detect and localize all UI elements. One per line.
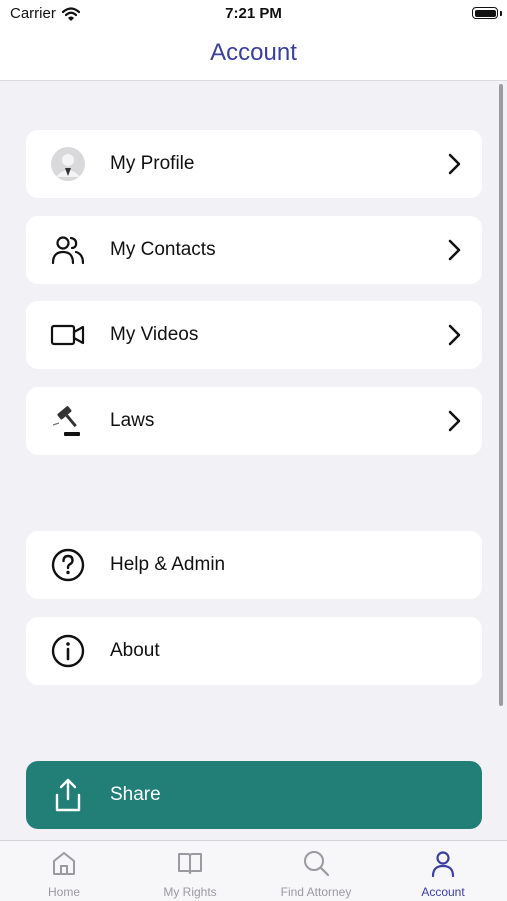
tab-label: Account (421, 885, 465, 899)
menu-item-laws[interactable]: Laws (26, 387, 482, 455)
share-button[interactable]: Share (26, 761, 482, 829)
menu-item-help-admin[interactable]: Help & Admin (26, 531, 482, 599)
contacts-icon (50, 232, 86, 268)
tab-bar: Home My Rights Find Attorney Account (0, 840, 507, 901)
menu-item-my-videos[interactable]: My Videos (26, 301, 482, 369)
page-title: Account (210, 39, 297, 66)
battery-icon (472, 7, 498, 19)
info-circle-icon (50, 633, 86, 669)
status-bar: Carrier 7:21 PM (0, 0, 507, 30)
chevron-right-icon (448, 153, 461, 175)
share-icon (55, 778, 81, 812)
tab-home[interactable]: Home (1, 841, 127, 901)
chevron-right-icon (448, 239, 461, 261)
status-time: 7:21 PM (225, 5, 282, 22)
home-icon (53, 852, 75, 875)
menu-item-my-profile[interactable]: My Profile (26, 130, 482, 198)
person-icon (431, 851, 455, 877)
share-label: Share (110, 784, 161, 805)
menu-item-my-contacts[interactable]: My Contacts (26, 216, 482, 284)
tab-label: My Rights (163, 885, 217, 899)
tab-label: Find Attorney (280, 885, 352, 899)
search-icon (304, 851, 330, 877)
tab-account[interactable]: Account (380, 841, 506, 901)
menu-item-label: My Videos (110, 324, 199, 345)
menu-item-label: Laws (110, 410, 155, 431)
menu-item-label: My Contacts (110, 239, 216, 260)
chevron-right-icon (448, 324, 461, 346)
menu-item-about[interactable]: About (26, 617, 482, 685)
menu-item-label: About (110, 640, 160, 661)
menu-item-label: Help & Admin (110, 554, 226, 575)
tab-find-attorney[interactable]: Find Attorney (253, 841, 379, 901)
tab-label: Home (47, 885, 80, 899)
book-icon (178, 853, 202, 874)
question-circle-icon (50, 547, 86, 583)
video-camera-icon (50, 317, 86, 353)
navigation-bar: Account (0, 30, 507, 81)
menu-item-label: My Profile (110, 153, 195, 174)
battery-cap (500, 11, 502, 16)
chevron-right-icon (448, 410, 461, 432)
scrollbar[interactable] (499, 84, 503, 706)
tab-my-rights[interactable]: My Rights (127, 841, 253, 901)
avatar-icon (50, 146, 86, 182)
gavel-icon (50, 403, 86, 439)
